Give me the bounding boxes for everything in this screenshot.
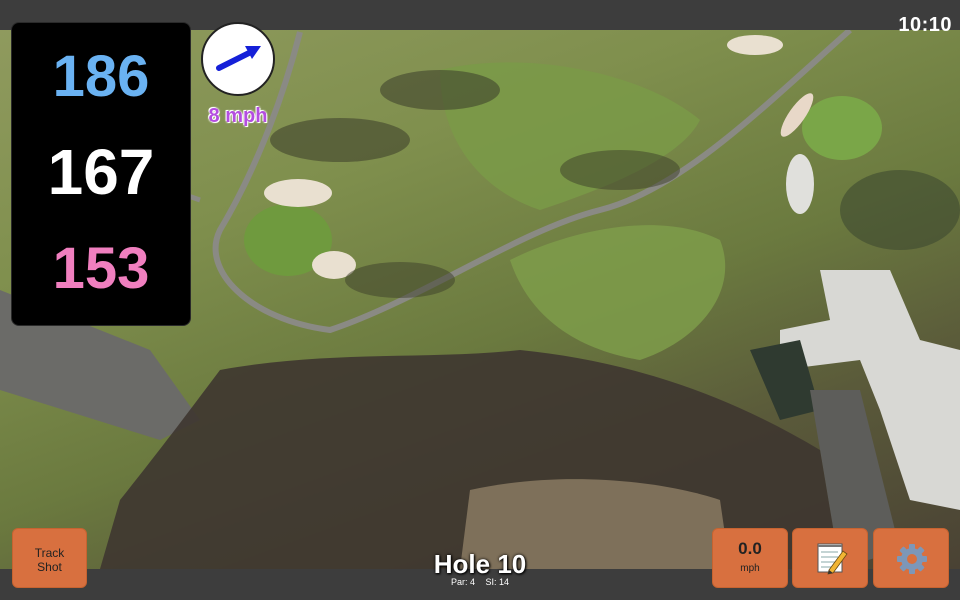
track-shot-label-line1: Track xyxy=(34,546,65,560)
wind-speed-label: 8 mph xyxy=(208,105,268,127)
speed-unit: mph xyxy=(740,563,760,574)
back-distance: 186 xyxy=(52,44,150,109)
wind-indicator xyxy=(201,22,275,96)
track-shot-button[interactable]: Track Shot xyxy=(12,528,87,588)
middle-distance: 167 xyxy=(47,136,155,208)
clock: 10:10 xyxy=(898,14,952,36)
hole-info: Par: 4 SI: 14 xyxy=(400,577,560,587)
front-distance: 153 xyxy=(52,236,150,301)
speed-value: 0.0 xyxy=(738,539,762,558)
settings-button[interactable] xyxy=(873,528,949,588)
notes-button[interactable] xyxy=(792,528,868,588)
gear-icon xyxy=(897,544,927,574)
arrow-right-icon xyxy=(216,46,261,71)
hole-stroke-index: SI: 14 xyxy=(485,577,510,587)
speed-button[interactable]: 0.0 mph xyxy=(712,528,788,588)
hole-par: Par: 4 xyxy=(450,577,475,587)
notepad-icon xyxy=(817,543,848,575)
hole-title: Hole 10 xyxy=(433,549,527,579)
track-shot-label-line2: Shot xyxy=(37,560,62,574)
distance-panel: 186 167 153 xyxy=(11,22,191,326)
